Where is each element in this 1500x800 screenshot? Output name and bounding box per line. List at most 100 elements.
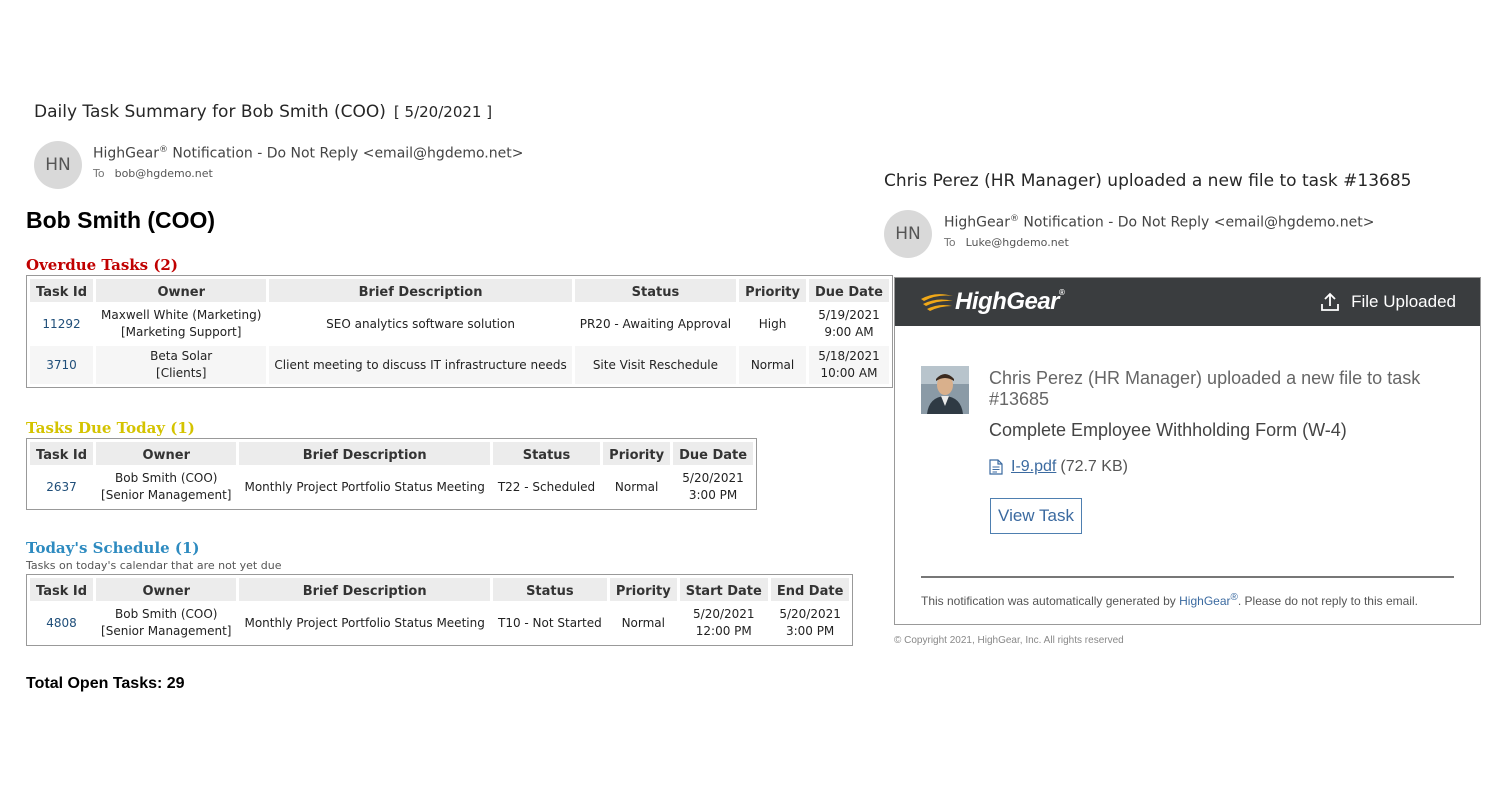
view-task-button[interactable]: View Task — [990, 498, 1082, 534]
card-footer-text: This notification was automatically gene… — [921, 592, 1418, 608]
right-sender-rest: Notification - Do Not Reply <email@hgdem… — [1018, 214, 1375, 231]
left-sender-rest: Notification - Do Not Reply <email@hgdem… — [167, 145, 524, 162]
owner-name: Beta Solar — [150, 349, 213, 363]
start-date: 5/20/2021 — [693, 607, 755, 621]
col-brief-description: Brief Description — [269, 279, 572, 302]
due-date-cell: 5/20/2021 3:00 PM — [673, 468, 753, 506]
start-date-cell: 5/20/2021 12:00 PM — [680, 604, 768, 642]
card-message: Chris Perez (HR Manager) uploaded a new … — [989, 368, 1459, 410]
table-row: 11292 Maxwell White (Marketing) [Marketin… — [30, 305, 889, 343]
col-status: Status — [492, 442, 601, 465]
person-photo-icon — [921, 366, 969, 414]
card-message-line1: Chris Perez (HR Manager) uploaded a new … — [989, 368, 1421, 388]
left-subject-date: [ 5/20/2021 ] — [393, 103, 493, 121]
right-sender-name: HighGear — [944, 214, 1010, 231]
col-priority: Priority — [609, 578, 677, 601]
task-id-link[interactable]: 4808 — [46, 616, 77, 630]
left-to-address: bob@hgdemo.net — [114, 167, 213, 180]
owner-name: Bob Smith (COO) — [115, 607, 218, 621]
due-date-cell: 5/19/2021 9:00 AM — [809, 305, 889, 343]
status-cell: T10 - Not Started — [497, 615, 602, 630]
due-date: 5/20/2021 — [682, 471, 744, 485]
file-link[interactable]: I-9.pdf — [1011, 458, 1056, 476]
upload-icon — [1321, 292, 1339, 311]
owner-name: Bob Smith (COO) — [115, 471, 218, 485]
col-brief-description: Brief Description — [239, 578, 490, 601]
due-time: 9:00 AM — [824, 325, 874, 339]
owner-cell: Maxwell White (Marketing) [Marketing Supp… — [96, 305, 266, 343]
task-id-link[interactable]: 3710 — [46, 358, 77, 372]
attached-file: I-9.pdf (72.7 KB) — [989, 458, 1128, 476]
left-sender-line: HighGear® Notification - Do Not Reply <e… — [93, 145, 523, 162]
schedule-table-wrap: Task Id Owner Brief Description Status P… — [26, 574, 854, 646]
col-owner: Owner — [96, 442, 237, 465]
left-avatar-initials: HN — [45, 155, 71, 175]
priority-cell: High — [758, 316, 787, 331]
due-time: 10:00 AM — [820, 366, 878, 380]
schedule-heading: Today's Schedule (1) — [26, 539, 200, 557]
document-icon — [989, 459, 1003, 475]
end-date-cell: 5/20/2021 3:00 PM — [771, 604, 850, 642]
view-task-label: View Task — [998, 506, 1074, 525]
end-date: 5/20/2021 — [779, 607, 841, 621]
right-avatar-initials: HN — [895, 224, 921, 244]
col-task-id: Task Id — [30, 578, 94, 601]
left-email-subject: Daily Task Summary for Bob Smith (COO) [ … — [34, 102, 492, 122]
owner-group: [Senior Management] — [101, 488, 232, 502]
col-status: Status — [492, 578, 607, 601]
col-task-id: Task Id — [30, 279, 94, 302]
owner-cell: Beta Solar [Clients] — [96, 346, 267, 384]
status-cell: PR20 - Awaiting Approval — [579, 316, 732, 331]
schedule-header-row: Task Id Owner Brief Description Status P… — [30, 578, 850, 601]
task-id-link[interactable]: 2637 — [46, 480, 77, 494]
owner-cell: Bob Smith (COO) [Senior Management] — [96, 604, 236, 642]
col-start-date: Start Date — [679, 578, 768, 601]
col-status: Status — [574, 279, 737, 302]
overdue-table-wrap: Task Id Owner Brief Description Status P… — [26, 275, 893, 388]
card-divider — [921, 576, 1454, 578]
right-sender-mark: ® — [1009, 214, 1019, 224]
left-subject-text: Daily Task Summary for Bob Smith (COO) — [34, 102, 386, 122]
table-row: 3710 Beta Solar [Clients] Client meeting … — [30, 346, 889, 384]
footer-mark: ® — [1230, 592, 1238, 603]
col-owner: Owner — [96, 279, 267, 302]
task-id-link[interactable]: 11292 — [42, 317, 80, 331]
footer-brand-link[interactable]: HighGear — [1179, 594, 1230, 608]
col-brief-description: Brief Description — [239, 442, 490, 465]
due-today-table-wrap: Task Id Owner Brief Description Status P… — [26, 438, 758, 510]
right-to-address: Luke@hgdemo.net — [965, 236, 1069, 249]
file-uploaded-label: File Uploaded — [1319, 291, 1456, 313]
priority-cell: Normal — [739, 346, 806, 384]
left-to-line: To bob@hgdemo.net — [93, 167, 213, 180]
owner-name: Maxwell White (Marketing) — [101, 308, 262, 322]
due-today-heading: Tasks Due Today (1) — [26, 419, 195, 437]
table-row: 2637 Bob Smith (COO) [Senior Management] … — [30, 468, 753, 506]
logo-text: HighGear® — [955, 288, 1065, 316]
logo-mark: ® — [1059, 288, 1065, 297]
bar-label-text: File Uploaded — [1351, 292, 1456, 311]
left-sender-mark: ® — [158, 145, 168, 155]
due-date: 5/19/2021 — [818, 308, 880, 322]
footer-prefix: This notification was automatically gene… — [921, 594, 1180, 608]
col-due-date: Due Date — [673, 442, 754, 465]
col-owner: Owner — [96, 578, 237, 601]
card-message-line2: #13685 — [989, 389, 1050, 409]
footer-suffix: . Please do not reply to this email. — [1237, 594, 1418, 608]
description-cell: Monthly Project Portfolio Status Meeting — [244, 479, 485, 494]
uploader-photo — [921, 366, 969, 414]
overdue-heading: Overdue Tasks (2) — [26, 256, 178, 274]
owner-group: [Marketing Support] — [121, 325, 242, 339]
col-due-date: Due Date — [808, 279, 889, 302]
description-cell: SEO analytics software solution — [326, 316, 515, 331]
due-date: 5/18/2021 — [818, 349, 880, 363]
table-row: 4808 Bob Smith (COO) [Senior Management] … — [30, 604, 849, 642]
col-priority: Priority — [739, 279, 806, 302]
overdue-table: Task Id Owner Brief Description Status P… — [26, 275, 893, 388]
logo-wordmark: HighGear — [955, 288, 1060, 315]
description-cell: Monthly Project Portfolio Status Meeting — [244, 615, 485, 630]
card-task-name: Complete Employee Withholding Form (W-4) — [989, 420, 1347, 440]
col-priority: Priority — [603, 442, 671, 465]
due-time: 3:00 PM — [688, 488, 738, 502]
right-sender-avatar: HN — [884, 210, 932, 258]
left-to-label: To — [93, 167, 105, 180]
